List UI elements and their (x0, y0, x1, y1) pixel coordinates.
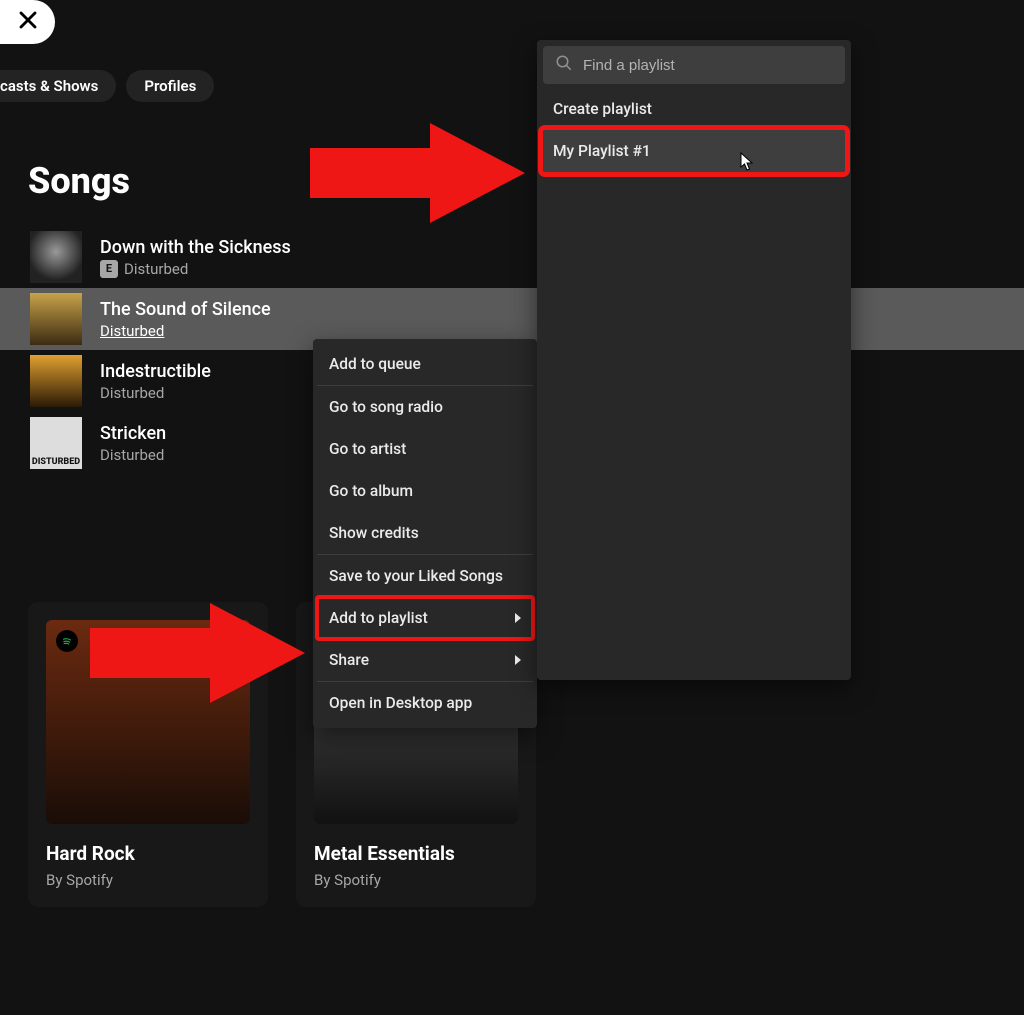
album-art (30, 231, 82, 283)
playlist-subtitle: By Spotify (314, 871, 518, 889)
album-art: DISTURBED (30, 417, 82, 469)
submenu-playlist-item[interactable]: My Playlist #1 (543, 130, 845, 172)
songs-heading: Songs (28, 160, 130, 202)
album-art (30, 355, 82, 407)
chip-podcasts-and-shows[interactable]: casts & Shows (0, 70, 116, 102)
close-icon (16, 8, 40, 36)
playlist-search-input[interactable] (583, 57, 833, 74)
menu-share[interactable]: Share (317, 639, 533, 681)
menu-go-to-artist[interactable]: Go to artist (317, 428, 533, 470)
spotify-logo-icon (56, 630, 78, 652)
search-icon (555, 54, 573, 76)
menu-add-to-playlist[interactable]: Add to playlist (317, 597, 533, 639)
add-to-playlist-submenu: Create playlist My Playlist #1 (537, 40, 851, 680)
mouse-cursor-icon (740, 152, 754, 176)
chevron-right-icon (515, 655, 521, 665)
song-artist[interactable]: Disturbed (100, 384, 211, 402)
chip-profiles[interactable]: Profiles (126, 70, 214, 102)
song-title: The Sound of Silence (100, 299, 271, 320)
close-button[interactable] (0, 0, 55, 44)
song-artist[interactable]: Disturbed (100, 322, 271, 340)
song-artist[interactable]: E Disturbed (100, 260, 291, 278)
song-title: Down with the Sickness (100, 237, 291, 258)
song-title: Stricken (100, 423, 166, 444)
song-title: Indestructible (100, 361, 211, 382)
submenu-create-playlist[interactable]: Create playlist (543, 88, 845, 130)
menu-add-to-queue[interactable]: Add to queue (317, 343, 533, 385)
annotation-arrow-icon (300, 118, 530, 228)
album-art (30, 293, 82, 345)
menu-show-credits[interactable]: Show credits (317, 512, 533, 554)
playlist-subtitle: By Spotify (46, 871, 250, 889)
playlist-search-field[interactable] (543, 46, 845, 84)
menu-go-to-song-radio[interactable]: Go to song radio (317, 386, 533, 428)
menu-save-to-liked[interactable]: Save to your Liked Songs (317, 555, 533, 597)
playlist-title: Metal Essentials (314, 842, 518, 865)
playlist-title: Hard Rock (46, 842, 250, 865)
chevron-right-icon (515, 613, 521, 623)
context-menu: Add to queue Go to song radio Go to arti… (313, 339, 537, 728)
menu-go-to-album[interactable]: Go to album (317, 470, 533, 512)
song-row[interactable]: Down with the Sickness E Disturbed (30, 226, 1024, 288)
annotation-arrow-icon (80, 598, 310, 708)
menu-open-desktop[interactable]: Open in Desktop app (317, 682, 533, 724)
song-artist[interactable]: Disturbed (100, 446, 166, 464)
explicit-badge: E (100, 260, 118, 278)
